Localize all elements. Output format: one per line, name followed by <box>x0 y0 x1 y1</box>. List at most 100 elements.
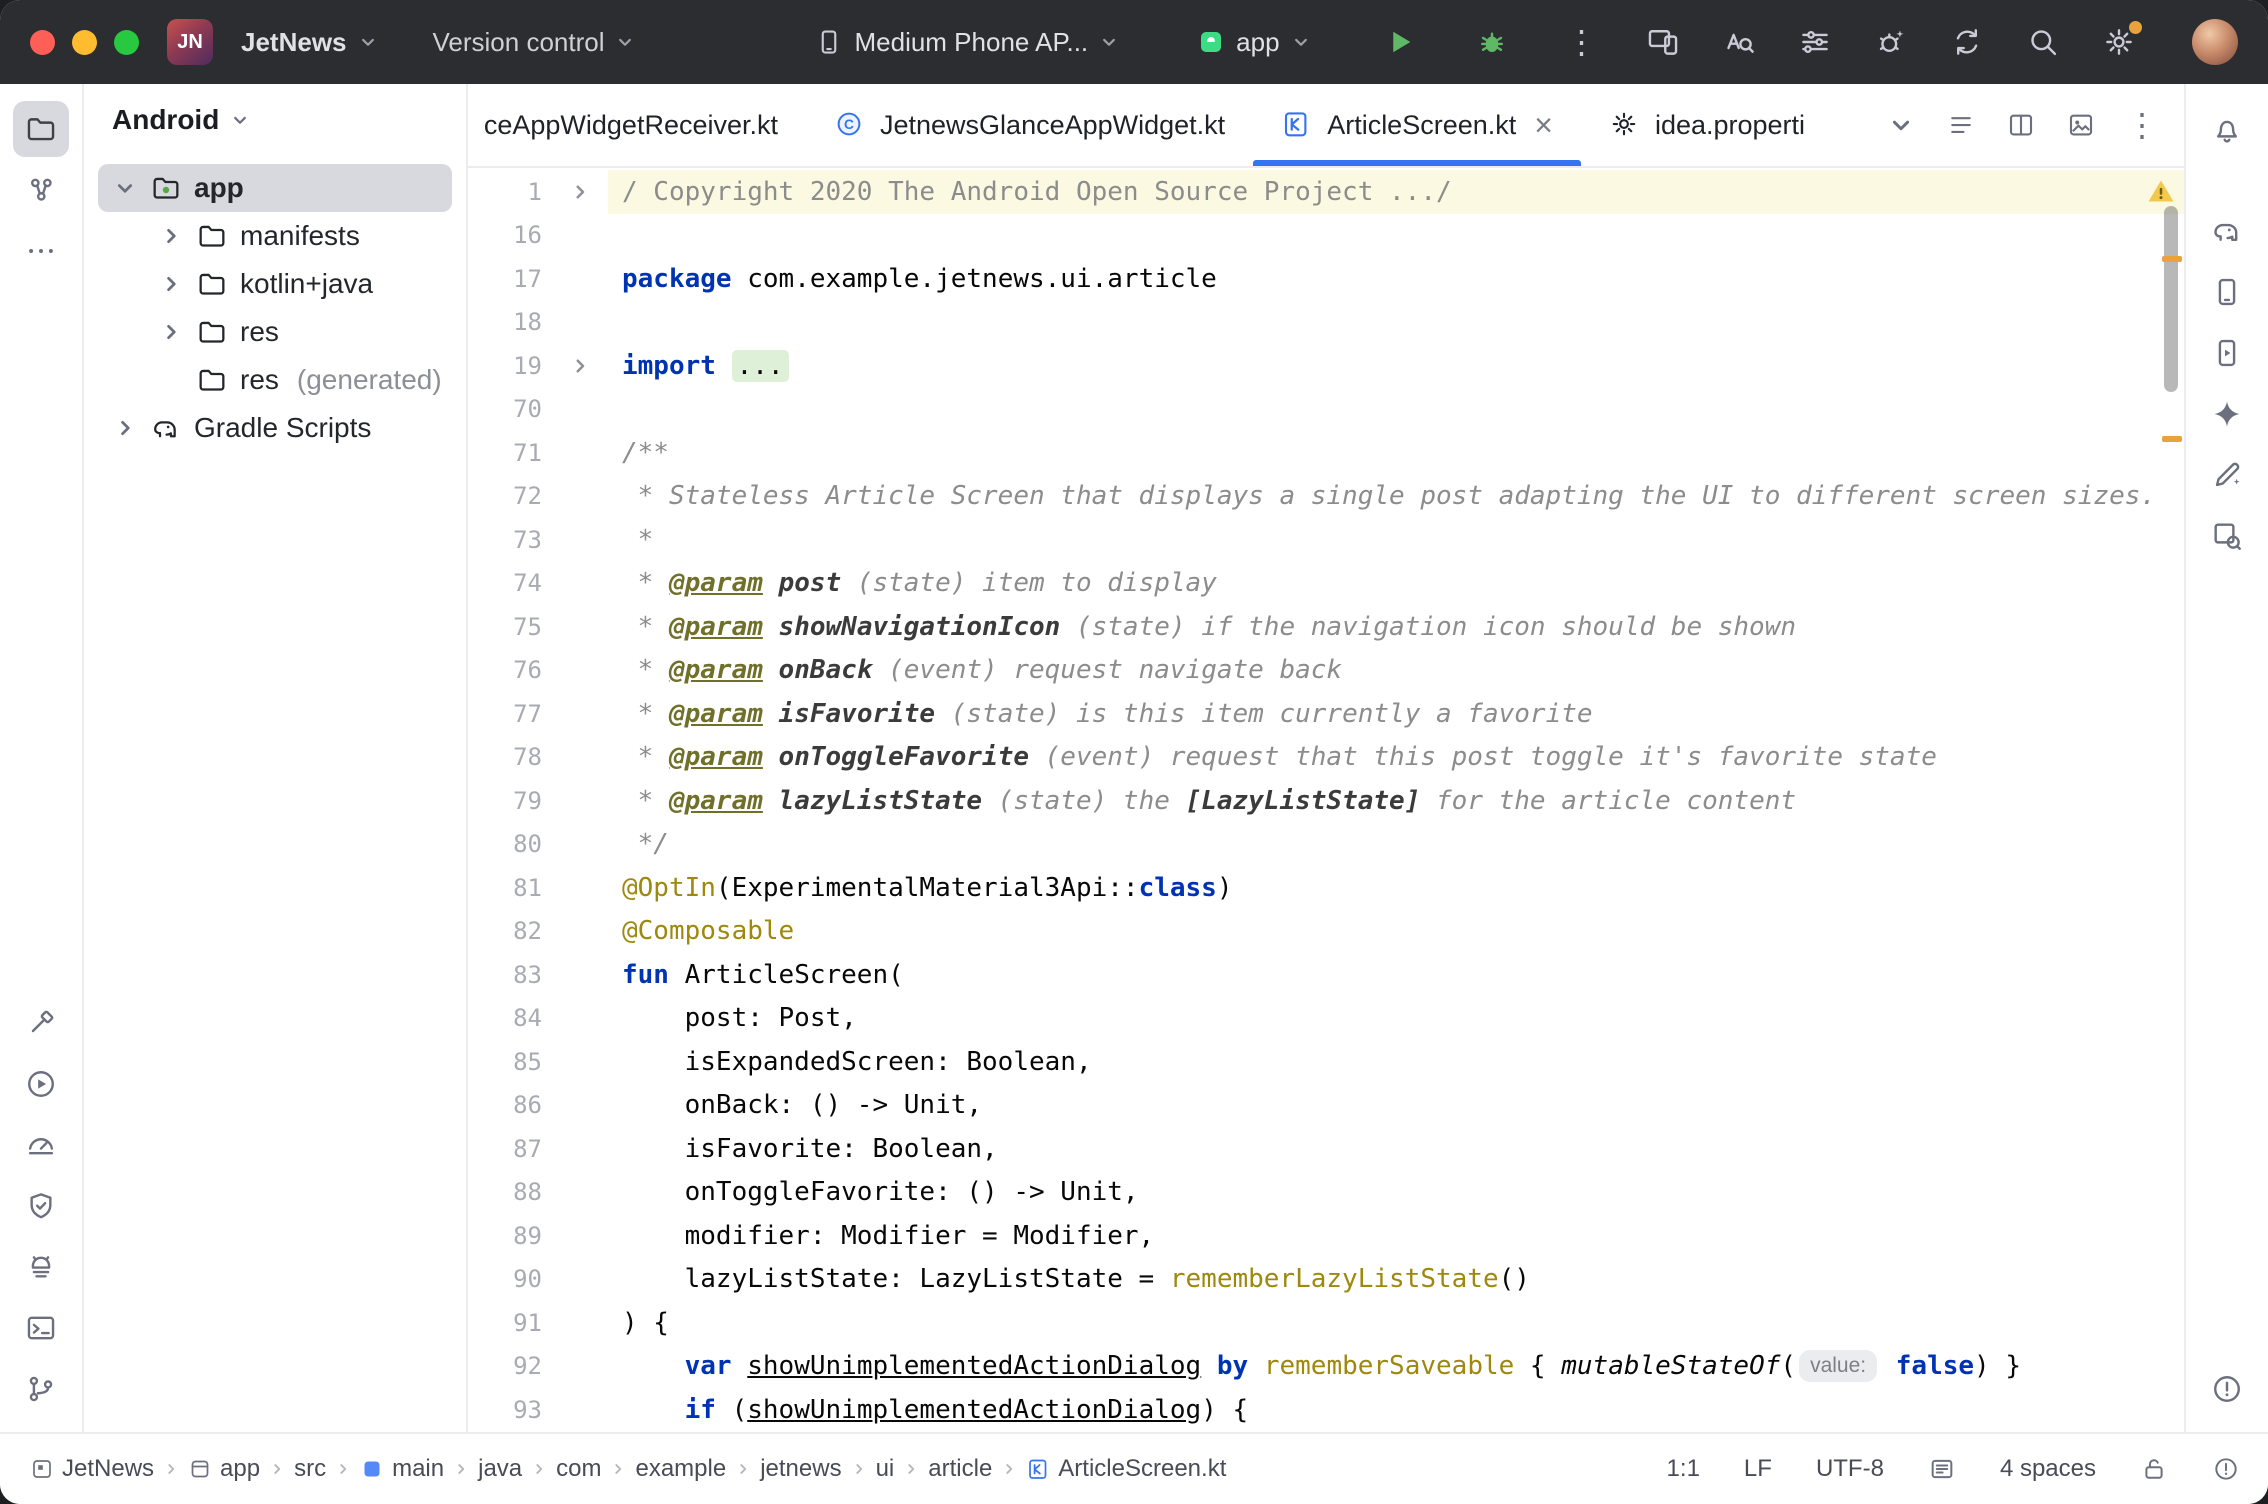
run-button[interactable] <box>1368 14 1432 70</box>
run-icon[interactable] <box>13 1056 69 1112</box>
code-inspection-icon[interactable] <box>1716 19 1762 65</box>
code-line-17[interactable]: 17package com.example.jetnews.ui.article <box>468 257 2184 301</box>
code-line-79[interactable]: 79 * @param lazyListState (state) the [L… <box>468 779 2184 823</box>
code-line-90[interactable]: 90 lazyListState: LazyListState = rememb… <box>468 1258 2184 1302</box>
tab-jetnewsglanceappwidget-kt[interactable]: CJetnewsGlanceAppWidget.kt <box>806 84 1253 166</box>
problems-icon[interactable] <box>2212 1455 2240 1483</box>
app-quality-insights-icon[interactable] <box>13 1178 69 1234</box>
warning-stripe-mark[interactable] <box>2162 256 2182 262</box>
split-view-icon[interactable] <box>2006 110 2036 140</box>
chevron-right-icon[interactable] <box>154 223 188 249</box>
chevron-right-icon[interactable] <box>154 319 188 345</box>
tree-item-res[interactable]: res <box>98 308 452 356</box>
code-line-78[interactable]: 78 * @param onToggleFavorite (event) req… <box>468 736 2184 780</box>
build-icon[interactable] <box>13 995 69 1051</box>
unlock-icon[interactable] <box>2140 1455 2168 1483</box>
breadcrumb-article[interactable]: article <box>926 1455 994 1483</box>
ai-debug-icon[interactable] <box>1868 19 1914 65</box>
vcs-menu[interactable]: Version control <box>419 17 651 68</box>
code-line-70[interactable]: 70 <box>468 388 2184 432</box>
file-encoding[interactable]: UTF-8 <box>1816 1455 1884 1483</box>
indent-style[interactable]: 4 spaces <box>2000 1455 2096 1483</box>
code-line-18[interactable]: 18 <box>468 301 2184 345</box>
breadcrumb-java[interactable]: java <box>476 1455 524 1483</box>
device-manager-icon[interactable] <box>2199 264 2255 320</box>
tab-list-chevron-icon[interactable] <box>1886 110 1916 140</box>
code-line-73[interactable]: 73 * <box>468 518 2184 562</box>
breadcrumb-app[interactable]: app <box>186 1455 262 1483</box>
breadcrumb-jetnews[interactable]: JetNews <box>28 1455 156 1483</box>
chevron-right-icon[interactable] <box>108 415 142 441</box>
tab-ceappwidgetreceiver-kt[interactable]: ceAppWidgetReceiver.kt <box>468 84 806 166</box>
search-icon[interactable] <box>2020 19 2066 65</box>
notifications-icon[interactable] <box>2199 101 2255 157</box>
code-line-89[interactable]: 89 modifier: Modifier = Modifier, <box>468 1214 2184 1258</box>
code-line-71[interactable]: 71/** <box>468 431 2184 475</box>
code-line-91[interactable]: 91) { <box>468 1301 2184 1345</box>
layout-inspector-icon[interactable] <box>2199 508 2255 564</box>
code-line-76[interactable]: 76 * @param onBack (event) request navig… <box>468 649 2184 693</box>
fold-region-icon[interactable] <box>552 180 608 204</box>
code-line-16[interactable]: 16 <box>468 214 2184 258</box>
filters-icon[interactable] <box>1792 19 1838 65</box>
code-line-83[interactable]: 83fun ArticleScreen( <box>468 953 2184 997</box>
settings-icon[interactable] <box>2096 19 2142 65</box>
terminal-icon[interactable] <box>13 1300 69 1356</box>
chevron-down-icon[interactable] <box>108 175 142 201</box>
code-line-87[interactable]: 87 isFavorite: Boolean, <box>468 1127 2184 1171</box>
tab-more-icon[interactable]: ⋮ <box>2126 109 2158 141</box>
device-selector[interactable]: Medium Phone AP... <box>800 17 1134 68</box>
code-line-77[interactable]: 77 * @param isFavorite (state) is this i… <box>468 692 2184 736</box>
close-tab-icon[interactable]: × <box>1534 109 1553 141</box>
close-window-button[interactable] <box>30 30 55 55</box>
minimize-window-button[interactable] <box>72 30 97 55</box>
breadcrumb-articlescreen-kt[interactable]: ArticleScreen.kt <box>1024 1455 1228 1483</box>
more-icon[interactable] <box>13 223 69 279</box>
tab-idea-properti[interactable]: idea.properti <box>1581 84 1833 166</box>
code-line-92[interactable]: 92 var showUnimplementedActionDialog by … <box>468 1345 2184 1389</box>
code-line-86[interactable]: 86 onBack: () -> Unit, <box>468 1084 2184 1128</box>
list-view-icon[interactable] <box>1946 110 1976 140</box>
breadcrumb-main[interactable]: main <box>358 1455 446 1483</box>
breadcrumb-src[interactable]: src <box>292 1455 328 1483</box>
code-line-72[interactable]: 72 * Stateless Article Screen that displ… <box>468 475 2184 519</box>
debug-button[interactable] <box>1460 14 1524 70</box>
tree-item-app[interactable]: app <box>98 164 452 212</box>
user-avatar[interactable] <box>2192 19 2238 65</box>
code-line-1[interactable]: 1/ Copyright 2020 The Android Open Sourc… <box>468 170 2184 214</box>
zoom-window-button[interactable] <box>114 30 139 55</box>
code-line-81[interactable]: 81@OptIn(ExperimentalMaterial3Api::class… <box>468 866 2184 910</box>
code-line-74[interactable]: 74 * @param post (state) item to display <box>468 562 2184 606</box>
chevron-right-icon[interactable] <box>154 271 188 297</box>
line-separator[interactable]: LF <box>1744 1455 1772 1483</box>
breadcrumb-example[interactable]: example <box>633 1455 728 1483</box>
fold-region-icon[interactable] <box>552 354 608 378</box>
run-config-selector[interactable]: app <box>1182 17 1325 68</box>
structure-icon[interactable] <box>13 162 69 218</box>
code-line-19[interactable]: 19import ... <box>468 344 2184 388</box>
tab-articlescreen-kt[interactable]: ArticleScreen.kt× <box>1253 84 1581 166</box>
tree-item-gradle-scripts[interactable]: Gradle Scripts <box>98 404 452 452</box>
inspection-warning-icon[interactable] <box>2146 176 2176 210</box>
code-line-82[interactable]: 82@Composable <box>468 910 2184 954</box>
tree-item-manifests[interactable]: manifests <box>98 212 452 260</box>
code-line-80[interactable]: 80 */ <box>468 823 2184 867</box>
gradle-icon[interactable] <box>2199 203 2255 259</box>
preview-icon[interactable] <box>2066 110 2096 140</box>
code-line-75[interactable]: 75 * @param showNavigationIcon (state) i… <box>468 605 2184 649</box>
caret-position[interactable]: 1:1 <box>1667 1455 1700 1483</box>
breadcrumb-jetnews[interactable]: jetnews <box>758 1455 843 1483</box>
tree-item-res[interactable]: res(generated) <box>98 356 452 404</box>
more-actions-icon[interactable]: ⋮ <box>1552 16 1612 68</box>
device-preview-icon[interactable] <box>1640 19 1686 65</box>
breadcrumb-ui[interactable]: ui <box>874 1455 897 1483</box>
code-editor[interactable]: 1/ Copyright 2020 The Android Open Sourc… <box>468 168 2184 1432</box>
problems-icon[interactable] <box>2199 1361 2255 1417</box>
profiler-icon[interactable] <box>13 1117 69 1173</box>
breadcrumb-com[interactable]: com <box>554 1455 603 1483</box>
version-control-icon[interactable] <box>13 1361 69 1417</box>
warning-stripe-mark[interactable] <box>2162 436 2182 442</box>
project-selector[interactable]: JetNews <box>227 17 393 68</box>
logcat-icon[interactable] <box>13 1239 69 1295</box>
tree-item-kotlin-java[interactable]: kotlin+java <box>98 260 452 308</box>
